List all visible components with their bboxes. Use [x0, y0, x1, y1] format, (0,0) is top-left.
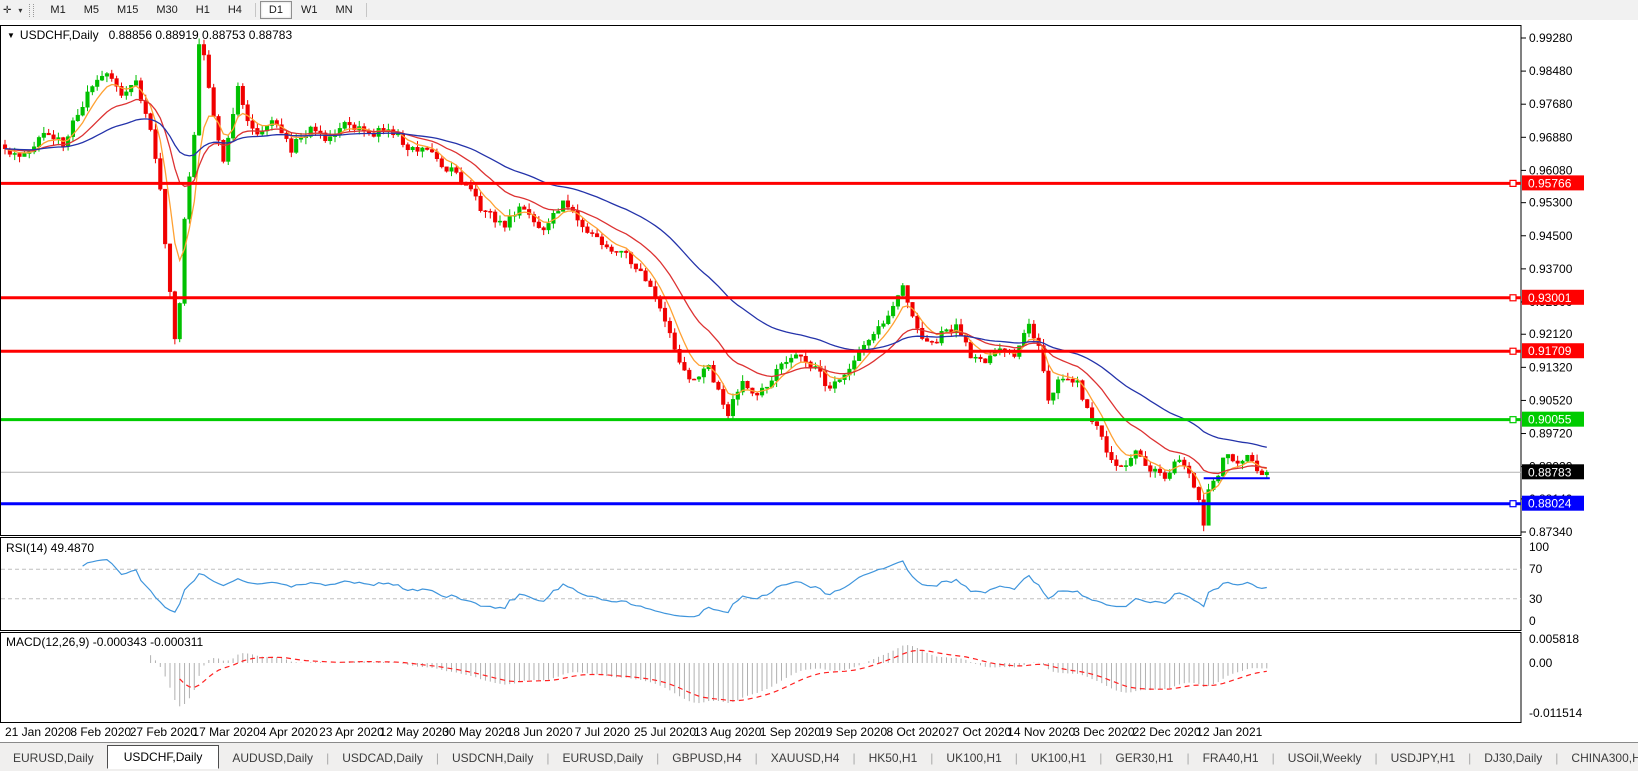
timeframe-button-m5[interactable]: M5 — [75, 1, 108, 19]
svg-text:0.005818: 0.005818 — [1529, 632, 1579, 646]
chart-tab-usdcad-daily[interactable]: USDCAD,Daily — [329, 747, 436, 769]
svg-text:27 Feb 2020: 27 Feb 2020 — [130, 725, 198, 739]
svg-text:0.99280: 0.99280 — [1529, 31, 1573, 45]
svg-text:23 Apr 2020: 23 Apr 2020 — [319, 725, 384, 739]
svg-text:21 Jan 2020: 21 Jan 2020 — [5, 725, 71, 739]
cursor-tool-icon[interactable]: ✛ — [0, 1, 14, 19]
chevron-down-icon[interactable]: ▾ — [16, 6, 24, 15]
timeframe-button-h1[interactable]: H1 — [187, 1, 219, 19]
chart-tab-eurusd-daily[interactable]: EURUSD,Daily — [549, 747, 656, 769]
chart-tab-eurusd-daily[interactable]: EURUSD,Daily — [0, 747, 107, 769]
chart-tab-uk100-h1[interactable]: UK100,H1 — [1018, 747, 1099, 769]
svg-text:0.92120: 0.92120 — [1529, 327, 1573, 341]
chart-tab-ger30-h1[interactable]: GER30,H1 — [1102, 747, 1186, 769]
svg-text:0.90055: 0.90055 — [1528, 413, 1572, 427]
svg-text:0.87340: 0.87340 — [1529, 525, 1573, 539]
timeframe-button-m1[interactable]: M1 — [41, 1, 74, 19]
svg-text:27 Oct 2020: 27 Oct 2020 — [946, 725, 1012, 739]
chart-tab-dj30-daily[interactable]: DJ30,Daily — [1471, 747, 1555, 769]
svg-text:0.98480: 0.98480 — [1529, 64, 1573, 78]
chart-tab-fra40-h1[interactable]: FRA40,H1 — [1190, 747, 1272, 769]
date-axis: 21 Jan 20208 Feb 202027 Feb 202017 Mar 2… — [5, 725, 1263, 739]
svg-text:18 Jun 2020: 18 Jun 2020 — [507, 725, 573, 739]
svg-text:22 Dec 2020: 22 Dec 2020 — [1133, 725, 1201, 739]
chart-tab-bar: EURUSD,DailyUSDCHF,DailyAUDUSD,Daily|USD… — [0, 742, 1638, 771]
svg-text:0.88783: 0.88783 — [1528, 465, 1572, 479]
svg-text:0.88024: 0.88024 — [1528, 497, 1572, 511]
chart-tab-uk100-h1[interactable]: UK100,H1 — [933, 747, 1014, 769]
svg-text:12 Jan 2021: 12 Jan 2021 — [1196, 725, 1262, 739]
svg-text:0.94500: 0.94500 — [1529, 229, 1573, 243]
svg-text:12 May 2020: 12 May 2020 — [380, 725, 450, 739]
svg-text:0.00: 0.00 — [1529, 656, 1553, 670]
svg-text:7 Jul 2020: 7 Jul 2020 — [575, 725, 631, 739]
svg-text:0.90520: 0.90520 — [1529, 393, 1573, 407]
svg-text:0.97680: 0.97680 — [1529, 97, 1573, 111]
toolbar-grip-handle[interactable] — [29, 4, 34, 17]
svg-text:0.96080: 0.96080 — [1529, 163, 1573, 177]
svg-text:0.95766: 0.95766 — [1528, 176, 1572, 190]
macd-indicator-label: MACD(12,26,9) -0.000343 -0.000311 — [6, 635, 203, 649]
timeframe-button-d1[interactable]: D1 — [260, 1, 292, 19]
svg-text:0.91709: 0.91709 — [1528, 344, 1572, 358]
timeframe-buttons: M1M5M15M30H1H4 D1W1MN — [41, 1, 370, 19]
svg-text:4 Apr 2020: 4 Apr 2020 — [260, 725, 318, 739]
svg-text:25 Jul 2020: 25 Jul 2020 — [634, 725, 696, 739]
timeframe-button-mn[interactable]: MN — [326, 1, 361, 19]
timeframe-button-h4[interactable]: H4 — [219, 1, 251, 19]
svg-text:14 Nov 2020: 14 Nov 2020 — [1007, 725, 1075, 739]
chart-tab-hk50-h1[interactable]: HK50,H1 — [856, 747, 931, 769]
chart-tab-gbpusd-h4[interactable]: GBPUSD,H4 — [659, 747, 754, 769]
svg-text:0.95300: 0.95300 — [1529, 196, 1573, 210]
timeframe-button-m30[interactable]: M30 — [147, 1, 186, 19]
svg-text:70: 70 — [1529, 562, 1543, 576]
svg-text:0: 0 — [1529, 614, 1536, 628]
chart-title: ▼ USDCHF,Daily 0.88856 0.88919 0.88753 0.8… — [7, 28, 292, 42]
terminal-window: 0.99280 0.98480 0.97680 0.96880 0.96080 0.953… — [0, 0, 1638, 771]
symbol-name: USDCHF,Daily — [20, 28, 99, 42]
svg-text:19 Sep 2020: 19 Sep 2020 — [819, 725, 887, 739]
price-axis: 0.99280 0.98480 0.97680 0.96880 0.96080 0.953… — [1521, 31, 1573, 539]
timeframe-button-w1[interactable]: W1 — [292, 1, 327, 19]
timeframe-button-m15[interactable]: M15 — [108, 1, 147, 19]
svg-text:1 Sep 2020: 1 Sep 2020 — [760, 725, 822, 739]
svg-text:0.91320: 0.91320 — [1529, 360, 1573, 374]
svg-text:8 Oct 2020: 8 Oct 2020 — [886, 725, 945, 739]
chart-tab-xauusd-h4[interactable]: XAUUSD,H4 — [758, 747, 853, 769]
svg-text:30: 30 — [1529, 592, 1543, 606]
ohlc-values: 0.88856 0.88919 0.88753 0.88783 — [109, 28, 293, 42]
svg-text:8 Feb 2020: 8 Feb 2020 — [70, 725, 131, 739]
svg-text:0.93700: 0.93700 — [1529, 262, 1573, 276]
svg-text:17 Mar 2020: 17 Mar 2020 — [192, 725, 260, 739]
svg-text:0.89720: 0.89720 — [1529, 427, 1573, 441]
chart-tab-usdchf-daily[interactable]: USDCHF,Daily — [107, 745, 220, 769]
svg-text:-0.011514: -0.011514 — [1529, 706, 1582, 720]
svg-text:30 May 2020: 30 May 2020 — [442, 725, 512, 739]
symbol-dropdown-icon[interactable]: ▼ — [7, 31, 15, 40]
timeframe-toolbar: ✛ ▾ M1M5M15M30H1H4 D1W1MN — [0, 0, 1638, 20]
chart-tab-usdcnh-daily[interactable]: USDCNH,Daily — [439, 747, 546, 769]
chart-tab-china300-h1[interactable]: CHINA300,H1 — [1558, 747, 1638, 769]
chart-tab-usoil-weekly[interactable]: USOil,Weekly — [1275, 747, 1375, 769]
svg-text:0.93001: 0.93001 — [1528, 291, 1572, 305]
svg-text:0.96880: 0.96880 — [1529, 130, 1573, 144]
chart-tab-usdjpy-h1[interactable]: USDJPY,H1 — [1378, 747, 1468, 769]
svg-text:100: 100 — [1529, 540, 1549, 554]
chart-tab-audusd-daily[interactable]: AUDUSD,Daily — [219, 747, 326, 769]
chart-tabs: EURUSD,DailyUSDCHF,DailyAUDUSD,Daily|USD… — [0, 747, 1638, 769]
svg-text:13 Aug 2020: 13 Aug 2020 — [694, 725, 762, 739]
svg-text:3 Dec 2020: 3 Dec 2020 — [1073, 725, 1135, 739]
rsi-indicator-label: RSI(14) 49.4870 — [6, 541, 94, 555]
price-chart-svg[interactable]: 0.99280 0.98480 0.97680 0.96880 0.96080 0.953… — [0, 0, 1638, 771]
